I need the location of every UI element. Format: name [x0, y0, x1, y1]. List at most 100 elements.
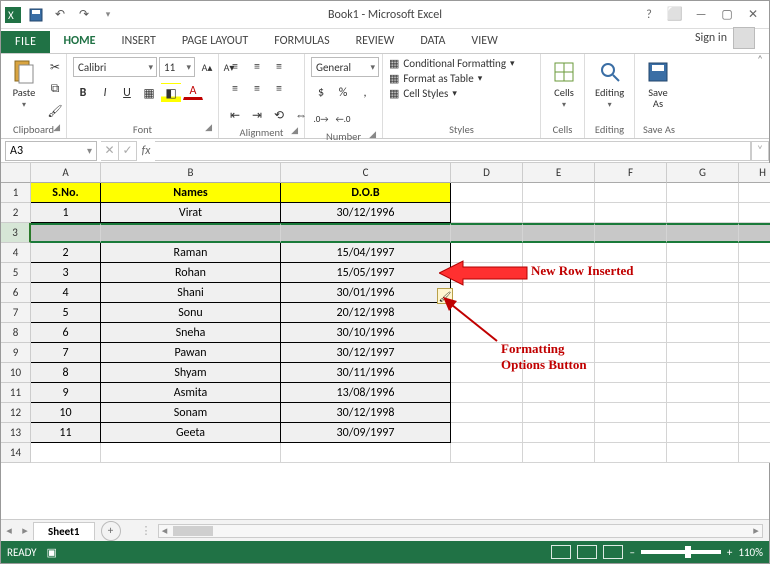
- cell[interactable]: 30/11/1996: [281, 363, 451, 383]
- cell[interactable]: D.O.B: [281, 183, 451, 203]
- cell[interactable]: [451, 243, 523, 263]
- cell[interactable]: 30/12/1998: [281, 403, 451, 423]
- cell[interactable]: Shyam: [101, 363, 281, 383]
- tab-review[interactable]: REVIEW: [343, 29, 408, 53]
- align-bottom-icon[interactable]: ≡: [269, 57, 289, 77]
- page-layout-view-icon[interactable]: [577, 545, 597, 559]
- conditional-formatting-button[interactable]: ▦Conditional Formatting▾: [389, 57, 515, 70]
- row-header-1[interactable]: 1: [1, 183, 31, 203]
- border-icon[interactable]: ▦: [139, 83, 159, 103]
- cell[interactable]: [451, 323, 523, 343]
- row-header-10[interactable]: 10: [1, 363, 31, 383]
- align-middle-icon[interactable]: ≡: [247, 57, 267, 77]
- cell[interactable]: [451, 423, 523, 443]
- cell[interactable]: [667, 303, 739, 323]
- cell[interactable]: 2: [31, 243, 101, 263]
- underline-button[interactable]: U: [117, 83, 137, 103]
- cell[interactable]: 15/05/1997: [281, 263, 451, 283]
- select-all-corner[interactable]: [1, 163, 31, 183]
- cell[interactable]: [523, 303, 595, 323]
- font-dialog-icon[interactable]: ◢: [205, 122, 212, 133]
- cell[interactable]: [523, 243, 595, 263]
- formula-bar[interactable]: [155, 141, 751, 161]
- row-header-9[interactable]: 9: [1, 343, 31, 363]
- format-painter-icon[interactable]: 🖌: [45, 101, 65, 121]
- insert-options-button[interactable]: 🖌: [437, 288, 453, 304]
- collapse-ribbon-icon[interactable]: ˄: [757, 53, 763, 66]
- row-header-12[interactable]: 12: [1, 403, 31, 423]
- cell[interactable]: [31, 443, 101, 463]
- italic-button[interactable]: I: [95, 83, 115, 103]
- cell[interactable]: Virat: [101, 203, 281, 223]
- cell[interactable]: 9: [31, 383, 101, 403]
- cell[interactable]: [739, 243, 770, 263]
- cell[interactable]: [451, 303, 523, 323]
- cell[interactable]: 10: [31, 403, 101, 423]
- cell[interactable]: 30/10/1996: [281, 323, 451, 343]
- cell[interactable]: [595, 403, 667, 423]
- cell[interactable]: 15/04/1997: [281, 243, 451, 263]
- cell[interactable]: [739, 303, 770, 323]
- cell[interactable]: [523, 223, 595, 243]
- cell[interactable]: [667, 203, 739, 223]
- save-icon[interactable]: [25, 4, 47, 26]
- cell[interactable]: Sonam: [101, 403, 281, 423]
- cell[interactable]: [451, 363, 523, 383]
- cell[interactable]: [523, 283, 595, 303]
- cell[interactable]: [667, 383, 739, 403]
- grid[interactable]: ABCDEFGH S.No.NamesD.O.B1Virat30/12/1996…: [31, 163, 770, 463]
- increase-decimal-icon[interactable]: .0→: [311, 109, 331, 129]
- tab-view[interactable]: VIEW: [458, 29, 510, 53]
- cell[interactable]: 8: [31, 363, 101, 383]
- fx-enter-icon[interactable]: ✓: [119, 141, 137, 161]
- cell[interactable]: [451, 383, 523, 403]
- row-header-3[interactable]: 3: [1, 223, 31, 243]
- sheet-nav-next-icon[interactable]: ▸: [17, 524, 33, 537]
- comma-icon[interactable]: ,: [355, 83, 375, 103]
- cell[interactable]: [739, 323, 770, 343]
- cell[interactable]: [595, 423, 667, 443]
- align-left-icon[interactable]: ≡: [225, 79, 245, 99]
- name-box[interactable]: A3: [5, 141, 97, 161]
- increase-indent-icon[interactable]: ⇥: [247, 105, 267, 125]
- cell[interactable]: [667, 243, 739, 263]
- cell[interactable]: [667, 423, 739, 443]
- cell[interactable]: Pawan: [101, 343, 281, 363]
- cell[interactable]: [451, 183, 523, 203]
- percent-icon[interactable]: %: [333, 83, 353, 103]
- paste-button[interactable]: Paste ▾: [7, 57, 41, 112]
- col-header-B[interactable]: B: [101, 163, 281, 183]
- cell[interactable]: [739, 383, 770, 403]
- cell[interactable]: [595, 203, 667, 223]
- format-as-table-button[interactable]: ▦Format as Table▾: [389, 72, 515, 85]
- zoom-level[interactable]: 110%: [738, 546, 763, 559]
- cell[interactable]: [281, 443, 451, 463]
- horizontal-scrollbar[interactable]: ◂▸: [158, 524, 764, 538]
- row-header-4[interactable]: 4: [1, 243, 31, 263]
- currency-icon[interactable]: $: [311, 83, 331, 103]
- cell[interactable]: [595, 283, 667, 303]
- cell[interactable]: 11: [31, 423, 101, 443]
- help-icon[interactable]: ?: [637, 4, 661, 26]
- cell[interactable]: [451, 203, 523, 223]
- cell[interactable]: [595, 303, 667, 323]
- clipboard-dialog-icon[interactable]: ◢: [53, 122, 60, 133]
- cell[interactable]: [595, 183, 667, 203]
- tab-file[interactable]: FILE: [1, 31, 50, 53]
- zoom-slider[interactable]: [641, 550, 721, 554]
- cell[interactable]: [595, 223, 667, 243]
- cell[interactable]: [667, 183, 739, 203]
- cell[interactable]: [595, 323, 667, 343]
- cell[interactable]: 13/08/1996: [281, 383, 451, 403]
- row-header-5[interactable]: 5: [1, 263, 31, 283]
- cell[interactable]: [595, 263, 667, 283]
- cell[interactable]: [523, 423, 595, 443]
- increase-font-icon[interactable]: A▴: [197, 57, 217, 77]
- cell[interactable]: [739, 403, 770, 423]
- decrease-indent-icon[interactable]: ⇤: [225, 105, 245, 125]
- cell[interactable]: 4: [31, 283, 101, 303]
- cell[interactable]: [281, 223, 451, 243]
- zoom-out-icon[interactable]: –: [629, 546, 634, 559]
- cell[interactable]: [667, 323, 739, 343]
- cell[interactable]: Asmita: [101, 383, 281, 403]
